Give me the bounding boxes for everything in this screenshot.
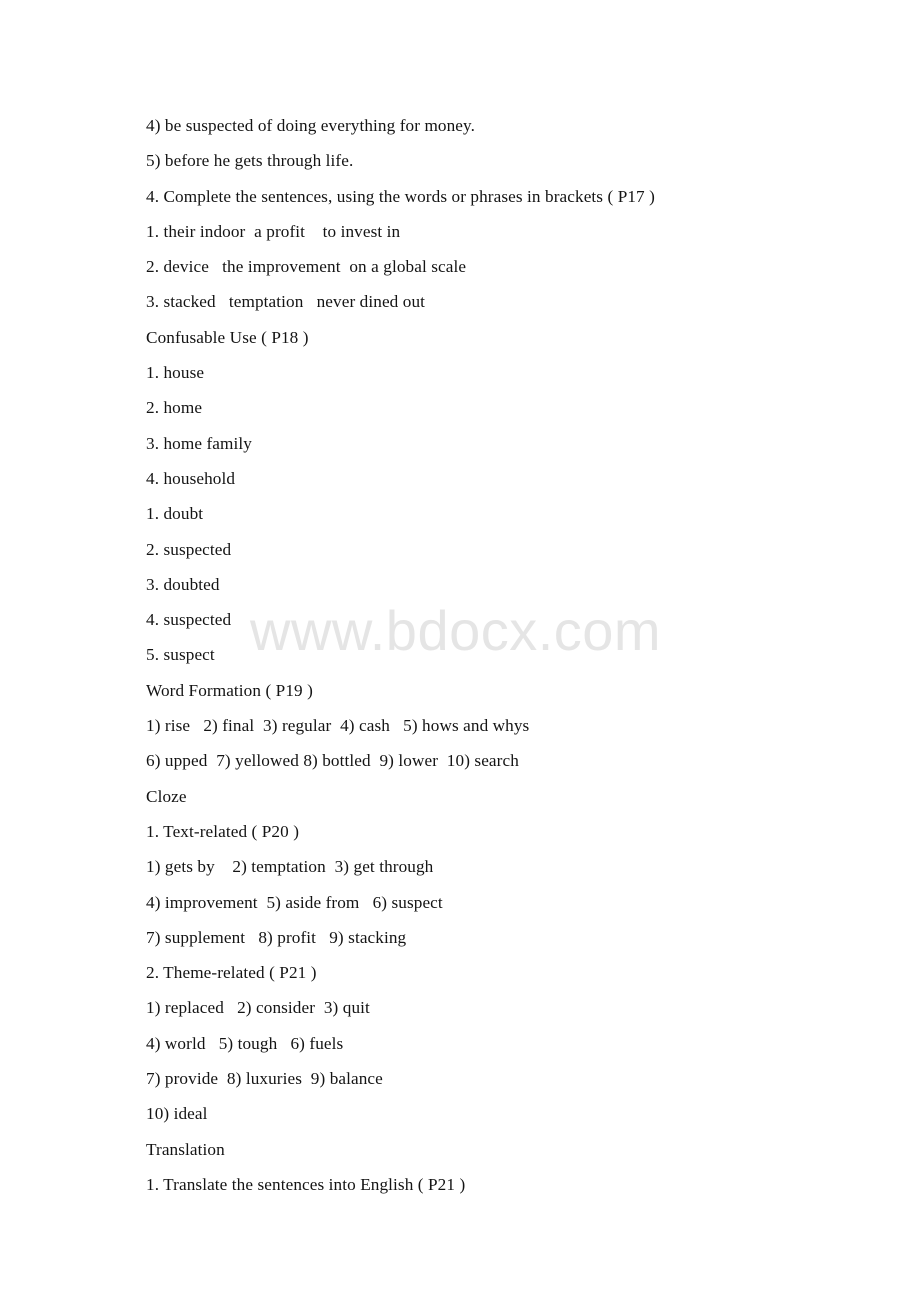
text-line: 4. Complete the sentences, using the wor… [146,186,655,206]
text-line: Confusable Use ( P18 ) [146,327,309,347]
text-line: 7) provide 8) luxuries 9) balance [146,1069,383,1089]
text-line: 1. Text-related ( P20 ) [146,821,300,841]
text-line: Cloze [146,786,187,806]
text-line: 3. home family [146,433,252,453]
text-line: 1. Translate the sentences into English … [146,1174,466,1194]
text-line: Word Formation ( P19 ) [146,680,313,700]
document-page: www.bdocx.com 4) be suspected of doing e… [0,0,920,1302]
text-line: 4. household [146,468,236,488]
text-line: 2. Theme-related ( P21 ) [146,963,317,983]
text-line: 2. device the improvement on a global sc… [146,257,467,277]
text-line: 5. suspect [146,645,215,665]
text-line: 1) gets by 2) temptation 3) get through [146,857,434,877]
text-line: 10) ideal [146,1104,208,1124]
text-line: 1. house [146,363,205,383]
text-line: 1. their indoor a profit to invest in [146,221,401,241]
text-line: 2. suspected [146,539,232,559]
document-text-body: 4) be suspected of doing everything for … [146,108,846,1202]
text-line: 3. doubted [146,574,220,594]
text-line: 4) improvement 5) aside from 6) suspect [146,892,443,912]
text-line: 1) rise 2) final 3) regular 4) cash 5) h… [146,716,530,736]
text-line: 3. stacked temptation never dined out [146,292,426,312]
text-line: 1) replaced 2) consider 3) quit [146,998,370,1018]
text-line: 4) world 5) tough 6) fuels [146,1033,344,1053]
text-line: Translation [146,1139,225,1159]
text-line: 4. suspected [146,610,232,630]
text-line: 5) before he gets through life. [146,151,354,171]
text-line: 2. home [146,398,203,418]
text-line: 4) be suspected of doing everything for … [146,116,476,135]
text-line: 7) supplement 8) profit 9) stacking [146,927,407,947]
text-line: 1. doubt [146,504,204,524]
text-line: 6) upped 7) yellowed 8) bottled 9) lower… [146,751,519,771]
